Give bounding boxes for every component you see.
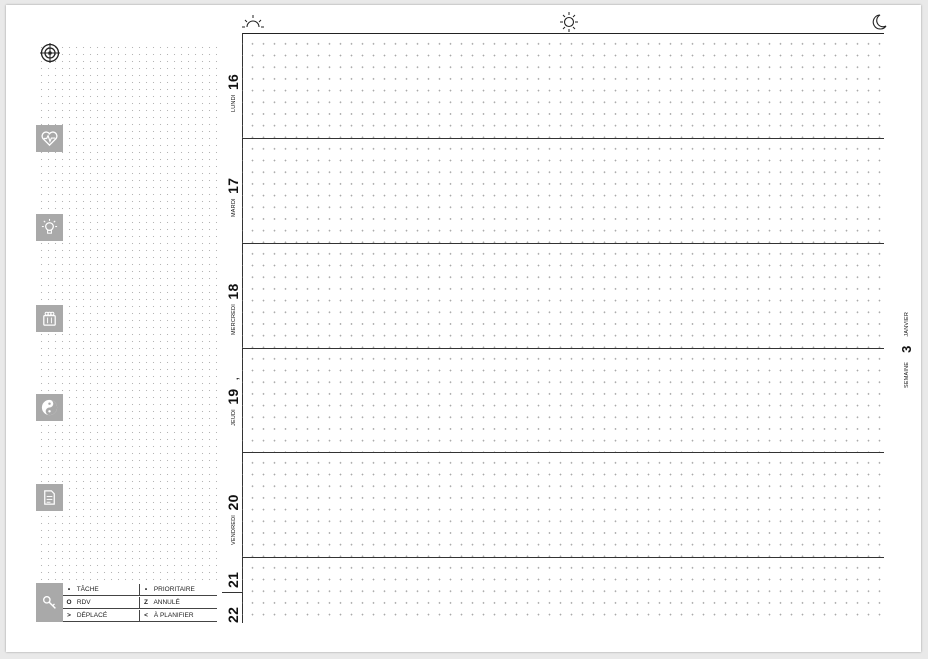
key-icon <box>36 583 63 622</box>
day-label-thursday: JEUDI 19 , <box>222 349 242 452</box>
legend-symbol: Z <box>144 599 148 606</box>
moon-icon <box>872 14 887 30</box>
legend-grid: • TÂCHE • PRIORITAIRE O RDV Z ANNULÉ > D… <box>63 583 217 622</box>
day-name: JEUDI <box>230 409 237 426</box>
day-area-weekend[interactable] <box>242 558 884 623</box>
legend-symbol: > <box>67 612 71 619</box>
weekend-separator <box>222 592 242 593</box>
legend-label: À PLANIFIER <box>153 612 194 619</box>
note-icon <box>36 484 63 511</box>
day-label-monday: LUNDI 16 <box>222 34 242 138</box>
day-label-friday: VENDREDI 20 <box>222 453 242 557</box>
legend-item-appointment: O RDV <box>63 597 140 609</box>
day-number: 19 <box>225 388 241 405</box>
day-label-sunday: 22 <box>222 595 242 623</box>
legend-item-cancelled: Z ANNULÉ <box>140 597 217 609</box>
legend-symbol: O <box>66 599 72 606</box>
target-icon <box>40 43 60 63</box>
month-name: JANVIER <box>903 311 910 337</box>
day-separator <box>242 557 884 558</box>
day-area-thursday[interactable] <box>242 349 884 452</box>
day-label-tuesday: MARDI 17 <box>222 139 242 243</box>
day-separator <box>242 243 884 244</box>
day-name: LUNDI <box>230 94 237 112</box>
day-number: 17 <box>225 177 241 194</box>
legend-label: ANNULÉ <box>153 599 180 606</box>
day-name: VENDREDI <box>230 514 237 545</box>
day-number: 20 <box>225 494 241 511</box>
day-mark: , <box>230 377 240 381</box>
legend: • TÂCHE • PRIORITAIRE O RDV Z ANNULÉ > D… <box>36 583 217 622</box>
day-label-saturday: 21 <box>222 558 242 590</box>
legend-item-priority: • PRIORITAIRE <box>140 584 217 596</box>
week-word: SEMAINE <box>903 361 910 388</box>
legend-symbol: • <box>144 586 148 593</box>
left-dot-grid <box>36 42 217 581</box>
heart-pulse-icon <box>36 125 63 152</box>
day-area-monday[interactable] <box>242 34 884 138</box>
day-label-wednesday: MERCREDI 18 <box>222 244 242 348</box>
week-number: 3 <box>899 345 914 353</box>
day-number: 16 <box>225 73 241 91</box>
day-separator <box>242 138 884 139</box>
day-name: MARDI <box>230 198 237 217</box>
legend-item-moved: > DÉPLACÉ <box>63 610 140 622</box>
day-separator <box>242 452 884 453</box>
sunrise-icon <box>242 15 264 28</box>
legend-label: DÉPLACÉ <box>76 612 108 619</box>
day-number: 22 <box>225 606 241 623</box>
meal-icon <box>36 305 63 332</box>
day-number: 21 <box>225 571 241 588</box>
legend-item-to-plan: < À PLANIFIER <box>140 610 217 622</box>
lightbulb-icon <box>36 214 63 241</box>
day-area-tuesday[interactable] <box>242 139 884 243</box>
day-number: 18 <box>225 283 241 300</box>
sun-icon <box>560 12 578 32</box>
week-label: SEMAINE 3 JANVIER <box>897 300 914 392</box>
yin-yang-icon <box>36 394 63 421</box>
legend-label: TÂCHE <box>76 586 99 593</box>
legend-symbol: < <box>144 612 148 619</box>
day-area-wednesday[interactable] <box>242 244 884 348</box>
legend-item-task: • TÂCHE <box>63 584 140 596</box>
legend-label: PRIORITAIRE <box>153 586 195 593</box>
legend-symbol: • <box>67 586 71 593</box>
day-area-friday[interactable] <box>242 453 884 557</box>
day-name: MERCREDI <box>230 304 237 335</box>
day-separator <box>242 348 884 349</box>
legend-label: RDV <box>76 599 91 606</box>
